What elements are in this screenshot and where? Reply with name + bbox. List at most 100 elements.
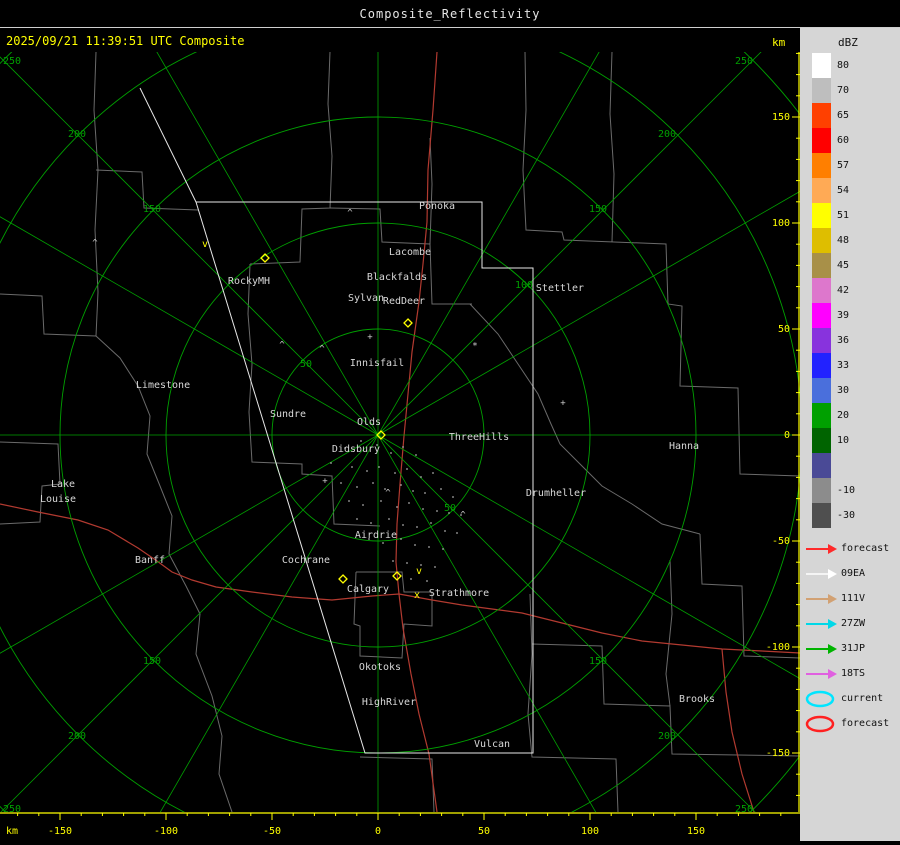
precip-echo-dot — [388, 518, 390, 520]
terrain-symbol: ^ — [92, 239, 98, 249]
range-ring-label: 250 — [735, 56, 753, 67]
legend-symbol-row: forecast — [804, 536, 900, 561]
dbz-swatch — [812, 253, 831, 278]
city-label: Brooks — [679, 694, 715, 705]
precip-echo-dot — [392, 560, 394, 562]
county-boundary-line — [429, 137, 433, 245]
range-ring-label: 100 — [515, 280, 533, 291]
range-ring-label: 250 — [735, 804, 753, 812]
city-label: Limestone — [136, 380, 190, 391]
precip-echo-dot — [400, 538, 402, 540]
precip-echo-dot — [372, 482, 374, 484]
terrain-symbols-layer: ^ ^ ^ * ^ + + ^ ^ + — [92, 209, 566, 521]
bottom-axis-tick-label: 150 — [687, 826, 705, 837]
range-ring-label: 200 — [658, 129, 676, 140]
precip-echo-dot — [444, 530, 446, 532]
precip-echo-dot — [366, 470, 368, 472]
dbz-scale-entry: 48 — [800, 228, 900, 253]
azimuth-line — [377, 0, 814, 436]
dbz-scale-entry: 30 — [800, 378, 900, 403]
dbz-scale-entry: 57 — [800, 153, 900, 178]
right-axis-layer: 150 100 50 0 -50 -100 -150 — [766, 52, 800, 812]
right-axis-unit-label: km — [772, 36, 786, 49]
dbz-value-label: 10 — [837, 435, 850, 446]
radar-site-markers-layer: v v x — [202, 239, 422, 601]
city-label: Banff — [135, 555, 165, 566]
terrain-symbol: * — [472, 342, 477, 352]
precip-echo-dot — [420, 476, 422, 478]
city-label: Stettler — [536, 283, 584, 294]
legend-symbol-label: 31JP — [841, 643, 866, 654]
right-axis-tick-label: 50 — [778, 324, 790, 335]
radar-site-diamond-icon — [338, 574, 348, 584]
dbz-swatch — [812, 228, 831, 253]
dbz-value-label: -10 — [837, 485, 856, 496]
city-label: Okotoks — [359, 662, 401, 673]
dbz-value-label: 39 — [837, 310, 850, 321]
dbz-scale-entry: 80 — [800, 53, 900, 78]
city-label: Ponoka — [419, 201, 455, 212]
bottom-axis-canvas: -150 -100 -50 0 50 100 150 km — [0, 812, 800, 837]
dbz-value-label: 20 — [837, 410, 850, 421]
right-axis-tick-label: 150 — [772, 112, 790, 123]
precip-echo-dot — [340, 482, 342, 484]
city-label: Hanna — [669, 441, 699, 452]
city-label: Vulcan — [474, 739, 510, 750]
dbz-swatch — [812, 153, 831, 178]
dbz-value-label: 48 — [837, 235, 850, 246]
range-ring-label: 150 — [143, 204, 161, 215]
bottom-axis-unit-label: km — [6, 826, 18, 837]
dbz-swatch — [812, 103, 831, 128]
legend-symbol-label: 09EA — [841, 568, 866, 579]
dbz-swatch — [812, 303, 831, 328]
dbz-colorbar: 80 70 65 60 57 54 51 48 45 42 39 36 33 30 20 10 -10 -30 — [800, 53, 900, 528]
precip-echo-dot — [378, 466, 380, 468]
legend-symbol-row: 111V — [804, 586, 900, 611]
legend-symbol-row: 18TS — [804, 661, 900, 686]
bottom-axis-tick-label: 100 — [581, 826, 599, 837]
dbz-value-label: 60 — [837, 135, 850, 146]
precip-echo-dot — [356, 486, 358, 488]
dbz-value-label: 30 — [837, 385, 850, 396]
county-boundary-line — [359, 756, 435, 813]
right-axis-tick-label: 100 — [772, 218, 790, 229]
range-ring-label: 50 — [444, 503, 456, 514]
dbz-swatch — [812, 328, 831, 353]
radar-map[interactable]: 250 200 150 50 250 200 150 100 150 200 250 150 200 25… — [0, 0, 900, 845]
precip-echo-dot — [356, 518, 358, 520]
city-label: HighRiver — [362, 697, 416, 708]
dbz-scale-entry: 51 — [800, 203, 900, 228]
range-ring-label: 250 — [3, 56, 21, 67]
radar-map-canvas[interactable]: 2502001505025020015010015020025015020025… — [0, 0, 900, 845]
precip-echo-dot — [370, 522, 372, 524]
terrain-symbol: ^ — [347, 209, 353, 219]
terrain-symbol: + — [367, 333, 373, 343]
precip-echo-dot — [430, 522, 432, 524]
dbz-swatch — [812, 178, 831, 203]
highway-line — [0, 503, 801, 654]
right-axis-tick-label: -100 — [766, 642, 790, 653]
dbz-scale-entry: 42 — [800, 278, 900, 303]
range-ring-label: 150 — [589, 204, 607, 215]
precip-echo-dot — [390, 452, 392, 454]
terrain-symbol: ^ — [460, 511, 466, 521]
city-label: Cochrane — [282, 555, 330, 566]
legend-symbol-label: forecast — [841, 718, 890, 729]
dbz-value-label: 54 — [837, 185, 850, 196]
city-label: Blackfalds — [367, 272, 427, 283]
dbz-swatch — [812, 128, 831, 153]
precip-echo-dot — [428, 546, 430, 548]
terrain-symbol: + — [560, 399, 566, 409]
precip-echo-dot — [348, 500, 350, 502]
legend-symbol-label: 111V — [841, 593, 866, 604]
dbz-swatch — [812, 53, 831, 78]
azimuth-line — [0, 434, 379, 814]
radar-site-diamond-icon — [403, 318, 413, 328]
timestamp: 2025/09/21 11:39:51 UTC Composite — [6, 34, 245, 48]
precip-echo-dot — [440, 488, 442, 490]
precip-echo-dot — [380, 500, 382, 502]
county-boundary-line — [469, 303, 701, 535]
legend-symbol-label: 27ZW — [841, 618, 866, 629]
dbz-scale-entry: -30 — [800, 503, 900, 528]
terrain-symbol: + — [322, 477, 328, 487]
